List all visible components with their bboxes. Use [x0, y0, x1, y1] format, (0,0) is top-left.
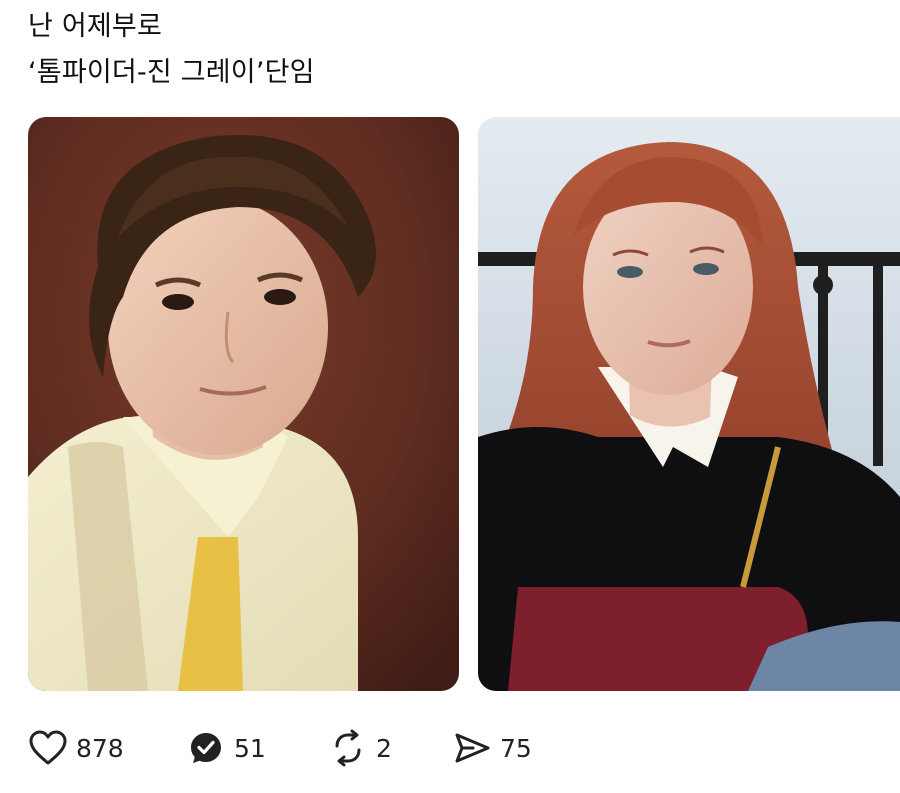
share-count: 75	[500, 733, 532, 763]
heart-icon	[28, 728, 68, 768]
photo-right[interactable]	[478, 117, 900, 691]
post-text-line-1: 난 어제부로	[28, 11, 162, 42]
photo-right-image	[478, 117, 900, 691]
share-button[interactable]: 75	[452, 724, 572, 772]
reply-count: 51	[234, 733, 266, 763]
like-button[interactable]: 878	[28, 724, 186, 772]
repost-button[interactable]: 2	[328, 724, 452, 772]
repost-count: 2	[376, 733, 392, 763]
photo-left-image	[28, 117, 459, 691]
reply-badge-icon	[186, 728, 226, 768]
send-icon	[452, 728, 492, 768]
action-bar: 878 51 2 75	[28, 724, 572, 772]
like-count: 878	[76, 733, 124, 763]
photo-left[interactable]	[28, 117, 459, 691]
post-text-line-2: ‘톰파이더-진 그레이’단임	[28, 57, 315, 88]
reply-button[interactable]: 51	[186, 724, 328, 772]
repost-icon	[328, 728, 368, 768]
post-text: 난 어제부로 ‘톰파이더-진 그레이’단임	[28, 4, 315, 96]
